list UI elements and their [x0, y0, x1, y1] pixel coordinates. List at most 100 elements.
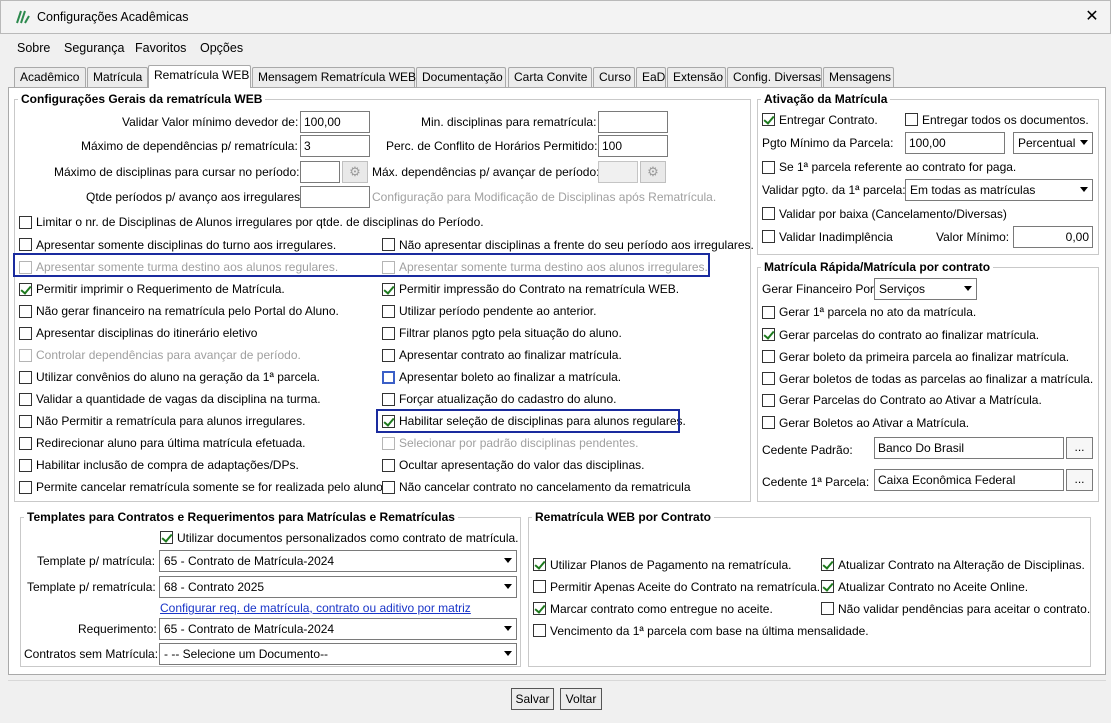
close-icon[interactable]: ✕ [1080, 5, 1104, 29]
left-label-0: Apresentar somente disciplinas do turno … [36, 238, 337, 252]
tab-config-diversas[interactable]: Config. Diversas [727, 67, 822, 87]
rapida-checkbox-4[interactable] [762, 394, 775, 407]
contrato-checkbox-4[interactable] [533, 602, 546, 615]
gear-icon[interactable]: ⚙ [342, 161, 368, 183]
configurar-req-link[interactable]: Configurar req. de matrícula, contrato o… [160, 601, 471, 615]
min-disciplinas-input[interactable] [598, 111, 668, 133]
contrato-label-3: Atualizar Contrato no Aceite Online. [838, 580, 1029, 594]
left-checkbox-3[interactable] [19, 305, 32, 318]
menu-opcoes[interactable]: Opções [200, 41, 243, 55]
left-label-2: Permitir imprimir o Requerimento de Matr… [36, 282, 285, 296]
menu-favoritos[interactable]: Favoritos [135, 41, 186, 55]
right-checkbox-2[interactable] [382, 283, 395, 296]
left-checkbox-7[interactable] [19, 393, 32, 406]
cedente-1-parcela-browse-button[interactable]: ... [1066, 469, 1093, 491]
right-checkbox-11[interactable] [382, 481, 395, 494]
menu-sobre[interactable]: Sobre [17, 41, 50, 55]
right-checkbox-7[interactable] [382, 393, 395, 406]
template-rematricula-select[interactable]: 68 - Contrato 2025 [159, 576, 517, 598]
right-checkbox-4[interactable] [382, 327, 395, 340]
tab-mensagem-rematricula-web[interactable]: Mensagem Rematrícula WEB [252, 67, 416, 87]
se-1-parcela-label: Se 1ª parcela referente ao contrato for … [779, 160, 1017, 174]
cedente-padrao-browse-button[interactable]: ... [1066, 437, 1093, 459]
validar-valor-input[interactable]: 100,00 [300, 111, 370, 133]
cedente-1-parcela-input[interactable]: Caixa Econômica Federal [874, 469, 1064, 491]
cedente-padrao-input[interactable]: Banco Do Brasil [874, 437, 1064, 459]
entregar-contrato-checkbox[interactable] [762, 113, 775, 126]
validar-1-parcela-select[interactable]: Em todas as matrículas [905, 179, 1093, 201]
tab-matricula[interactable]: Matrícula [87, 67, 148, 87]
limitar-checkbox[interactable] [19, 216, 32, 229]
contrato-checkbox-1[interactable] [821, 558, 834, 571]
window-title: Configurações Acadêmicas [37, 10, 189, 24]
gerar-financeiro-label: Gerar Financeiro Por: [762, 282, 878, 296]
left-checkbox-2[interactable] [19, 283, 32, 296]
rapida-checkbox-1[interactable] [762, 328, 775, 341]
tab-academico[interactable]: Acadêmico [14, 67, 86, 87]
rapida-checkbox-0[interactable] [762, 306, 775, 319]
max-dependencias-label: Máximo de dependências p/ rematrícula: [81, 139, 298, 153]
gerar-financeiro-select[interactable]: Serviços [874, 278, 977, 300]
rapida-label-5: Gerar Boletos ao Ativar a Matrícula. [779, 416, 970, 430]
tab-rematricula-web[interactable]: Rematrícula WEB [148, 65, 251, 88]
left-checkbox-0[interactable] [19, 238, 32, 251]
pgto-minimo-input[interactable]: 100,00 [905, 132, 1005, 154]
pgto-minimo-label: Pgto Mínimo da Parcela: [762, 136, 894, 150]
left-checkbox-4[interactable] [19, 327, 32, 340]
right-checkbox-3[interactable] [382, 305, 395, 318]
validar-1-parcela-value: Em todas as matrículas [910, 183, 1036, 197]
tab-ead[interactable]: EaD [636, 67, 666, 87]
requerimento-select[interactable]: 65 - Contrato de Matrícula-2024 [159, 618, 517, 640]
utilizar-documentos-label: Utilizar documentos personalizados como … [177, 531, 519, 545]
contrato-checkbox-2[interactable] [533, 580, 546, 593]
tab-carta-convite[interactable]: Carta Convite [508, 67, 592, 87]
valor-minimo-input[interactable]: 0,00 [1013, 226, 1093, 248]
limitar-label: Limitar o nr. de Disciplinas de Alunos i… [36, 215, 484, 229]
menu-seguranca[interactable]: Segurança [64, 41, 124, 55]
salvar-button[interactable]: Salvar [511, 688, 554, 710]
rapida-label-3: Gerar boletos de todas as parcelas ao fi… [779, 372, 1094, 386]
qtde-periodos-input[interactable] [300, 186, 370, 208]
right-checkbox-5[interactable] [382, 349, 395, 362]
rapida-checkbox-5[interactable] [762, 416, 775, 429]
right-checkbox-10[interactable] [382, 459, 395, 472]
contrato-checkbox-5[interactable] [821, 602, 834, 615]
left-checkbox-6[interactable] [19, 371, 32, 384]
utilizar-documentos-checkbox[interactable] [160, 531, 173, 544]
validar-baixa-checkbox[interactable] [762, 207, 775, 220]
contrato-label-0: Utilizar Planos de Pagamento na rematríc… [550, 558, 792, 572]
cedente-padrao-label: Cedente Padrão: [762, 443, 853, 457]
left-checkbox-10[interactable] [19, 459, 32, 472]
tab-mensagens[interactable]: Mensagens [823, 67, 894, 87]
requerimento-label: Requerimento: [78, 622, 157, 636]
right-checkbox-0[interactable] [382, 238, 395, 251]
rapida-checkbox-3[interactable] [762, 372, 775, 385]
rapida-label-0: Gerar 1ª parcela no ato da matrícula. [779, 305, 977, 319]
pgto-tipo-select[interactable]: Percentual [1013, 132, 1093, 154]
contrato-checkbox-0[interactable] [533, 558, 546, 571]
max-disciplinas-input[interactable] [300, 161, 340, 183]
tab-curso[interactable]: Curso [593, 67, 635, 87]
template-matricula-select[interactable]: 65 - Contrato de Matrícula-2024 [159, 550, 517, 572]
right-checkbox-6[interactable] [382, 371, 395, 384]
left-checkbox-8[interactable] [19, 415, 32, 428]
cedente-1-parcela-label: Cedente 1ª Parcela: [762, 475, 870, 489]
entregar-todos-checkbox[interactable] [905, 113, 918, 126]
max-dependencias-input[interactable]: 3 [300, 135, 370, 157]
validar-inadimplencia-checkbox[interactable] [762, 230, 775, 243]
left-checkbox-11[interactable] [19, 481, 32, 494]
left-checkbox-9[interactable] [19, 437, 32, 450]
right-label-6: Apresentar boleto ao finalizar a matrícu… [399, 370, 622, 384]
validar-baixa-label: Validar por baixa (Cancelamento/Diversas… [779, 207, 1007, 221]
contratos-sem-matricula-select[interactable]: - -- Selecione um Documento-- [159, 643, 517, 665]
tab-documentacao[interactable]: Documentação [416, 67, 506, 87]
se-1-parcela-checkbox[interactable] [762, 161, 775, 174]
perc-conflito-input[interactable]: 100 [598, 135, 668, 157]
contratos-sem-matricula-label: Contratos sem Matrícula: [24, 647, 159, 661]
rapida-checkbox-2[interactable] [762, 350, 775, 363]
contrato-checkbox-6[interactable] [533, 624, 546, 637]
contrato-checkbox-3[interactable] [821, 580, 834, 593]
voltar-button[interactable]: Voltar [560, 688, 602, 710]
max-dependencias-avancar-input[interactable] [598, 161, 638, 183]
tab-extensao[interactable]: Extensão [667, 67, 726, 87]
